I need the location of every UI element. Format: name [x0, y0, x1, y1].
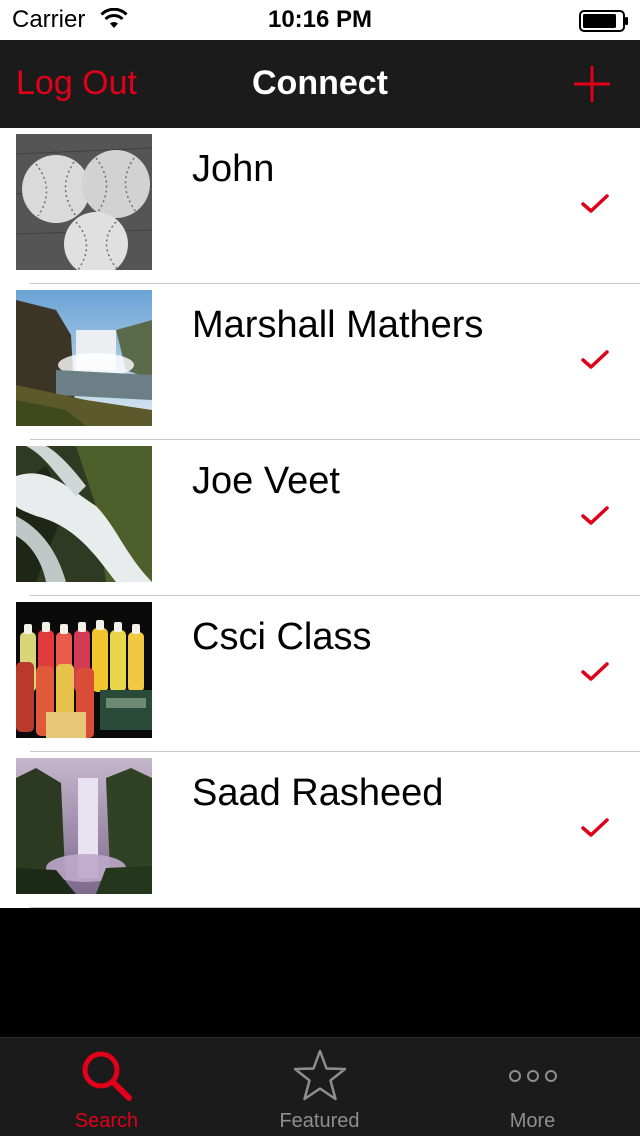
contact-thumbnail [16, 446, 152, 582]
tab-label: More [509, 1110, 556, 1132]
contact-thumbnail [16, 134, 152, 270]
contact-thumbnail [16, 602, 152, 738]
tab-label: Featured [279, 1110, 360, 1132]
star-icon [293, 1049, 346, 1101]
contact-name: Joe Veet [192, 460, 340, 502]
tab-search[interactable]: Search [0, 1038, 213, 1136]
contact-list: John Marshall Mathers Joe Veet Csci Clas… [0, 128, 640, 908]
contact-row[interactable]: Csci Class [0, 596, 640, 752]
plus-icon[interactable] [570, 62, 614, 106]
tab-more[interactable]: More [426, 1038, 639, 1136]
status-time: 10:16 PM [267, 6, 373, 33]
contact-name: Csci Class [192, 616, 372, 658]
tab-featured[interactable]: Featured [213, 1038, 426, 1136]
contact-name: John [192, 148, 275, 190]
tab-label: Search [74, 1110, 139, 1132]
navigation-bar: Log Out Connect [0, 40, 640, 128]
checkmark-icon [581, 662, 609, 681]
screen: Carrier 10:16 PM Log Out Connect John Ma… [0, 0, 640, 1136]
contact-name: Marshall Mathers [192, 304, 484, 346]
battery-icon [579, 10, 628, 32]
contact-row[interactable]: John [0, 128, 640, 284]
log-out-button[interactable]: Log Out [16, 64, 137, 103]
checkmark-icon [581, 818, 609, 837]
search-icon [82, 1051, 132, 1101]
contact-thumbnail [16, 758, 152, 894]
checkmark-icon [581, 506, 609, 525]
contact-row[interactable]: Joe Veet [0, 440, 640, 596]
checkmark-icon [581, 194, 609, 213]
more-icon [508, 1070, 557, 1082]
contact-thumbnail [16, 290, 152, 426]
contact-name: Saad Rasheed [192, 772, 444, 814]
contact-row[interactable]: Saad Rasheed [0, 752, 640, 908]
empty-area [0, 908, 640, 1037]
tab-bar: Search Featured More [0, 1037, 640, 1136]
status-bar: Carrier 10:16 PM [0, 0, 640, 40]
contact-row[interactable]: Marshall Mathers [0, 284, 640, 440]
checkmark-icon [581, 350, 609, 369]
